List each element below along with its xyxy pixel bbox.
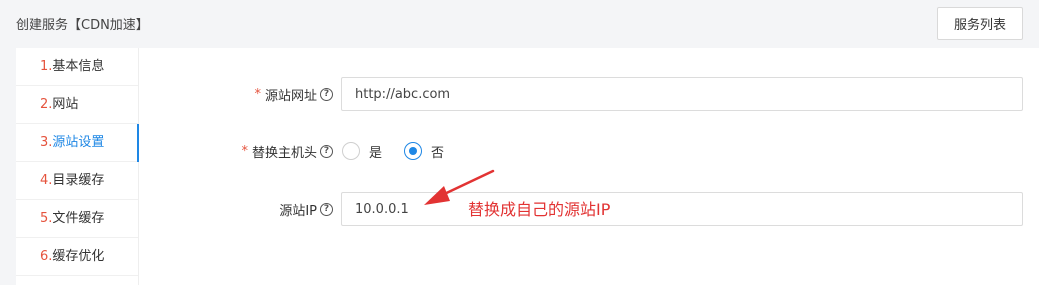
help-icon[interactable]: ? (320, 202, 333, 216)
step-number: 3. (40, 135, 53, 150)
required-mark: * (241, 143, 248, 159)
origin-ip-label: 源站IP ? (220, 199, 333, 219)
step-label: 缓存优化 (52, 249, 105, 264)
step-nav: 1.基本信息 2.网站 3.源站设置 4.目录缓存 5.文件缓存 6.缓存优化 (16, 48, 139, 285)
step-number: 1. (40, 59, 53, 74)
step-origin-settings[interactable]: 3.源站设置 (16, 124, 139, 162)
radio-circle-checked[interactable] (404, 142, 423, 160)
replace-host-label-text: 替换主机头 (251, 145, 317, 161)
step-website[interactable]: 2.网站 (16, 86, 138, 124)
step-number: 5. (40, 211, 53, 226)
replace-host-radio-group: 是 否 (342, 140, 466, 162)
step-cache-optimization[interactable]: 6.缓存优化 (16, 238, 138, 276)
radio-no-label: 否 (431, 145, 445, 161)
page-title: 创建服务【CDN加速】 (16, 18, 149, 33)
radio-no[interactable]: 否 (404, 142, 444, 161)
radio-yes[interactable]: 是 (342, 142, 382, 161)
radio-yes-label: 是 (369, 145, 383, 161)
annotation-text: 替换成自己的源站IP (468, 200, 611, 219)
replace-host-label: * 替换主机头 ? (200, 141, 333, 161)
step-label: 文件缓存 (52, 211, 105, 226)
step-label: 网站 (52, 97, 79, 112)
step-number: 2. (40, 97, 53, 112)
origin-url-label: * 源站网址 ? (220, 84, 333, 104)
help-icon[interactable]: ? (320, 87, 333, 101)
step-label: 源站设置 (52, 135, 105, 150)
required-mark: * (254, 86, 261, 102)
step-label: 基本信息 (52, 59, 105, 74)
origin-ip-input[interactable] (341, 192, 1023, 226)
step-label: 目录缓存 (52, 173, 105, 188)
radio-circle[interactable] (342, 142, 360, 160)
origin-url-input[interactable] (341, 77, 1023, 111)
step-basic-info[interactable]: 1.基本信息 (16, 48, 138, 86)
origin-url-label-text: 源站网址 (264, 88, 317, 104)
step-number: 6. (40, 249, 53, 264)
step-number: 4. (40, 173, 53, 188)
help-icon[interactable]: ? (320, 144, 333, 158)
step-file-cache[interactable]: 5.文件缓存 (16, 200, 138, 238)
step-directory-cache[interactable]: 4.目录缓存 (16, 162, 138, 200)
origin-ip-label-text: 源站IP (279, 203, 317, 219)
service-list-button[interactable]: 服务列表 (937, 7, 1023, 40)
